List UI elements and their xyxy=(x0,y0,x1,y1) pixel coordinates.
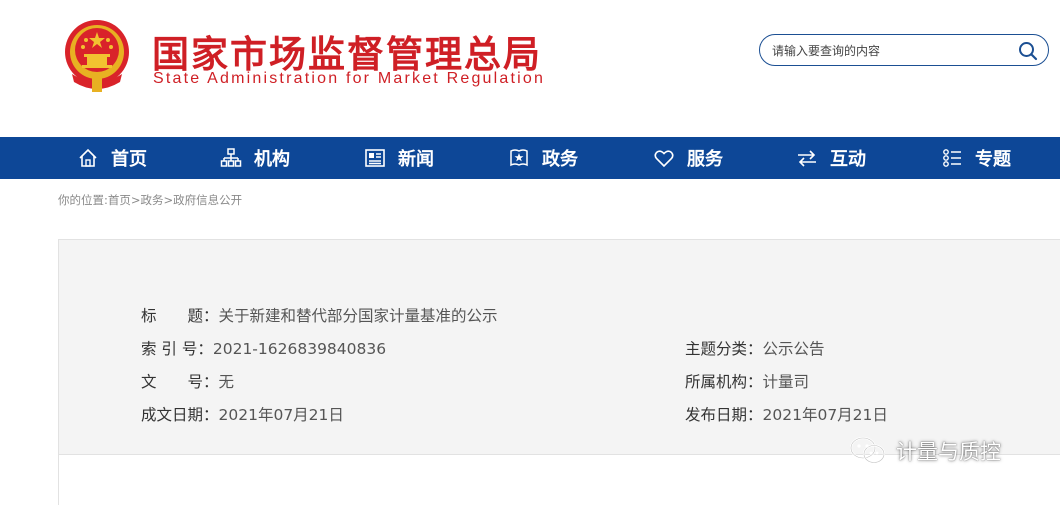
category-field: 主题分类：公示公告 xyxy=(685,337,825,359)
breadcrumb-separator: > xyxy=(163,193,174,207)
nav-item-government[interactable]: 政务 xyxy=(508,137,578,179)
document-number-field: 文 号：无 xyxy=(141,370,234,392)
site-title-english: State Administration for Market Regulati… xyxy=(153,70,546,87)
breadcrumb-info-disclosure-link[interactable]: 政府信息公开 xyxy=(173,193,242,207)
breadcrumb-home-link[interactable]: 首页 xyxy=(108,193,131,207)
nav-item-topics[interactable]: 专题 xyxy=(941,137,1011,179)
nav-item-interaction[interactable]: 互动 xyxy=(796,137,866,179)
title-field: 标 题：关于新建和替代部分国家计量基准的公示 xyxy=(141,304,498,326)
organization-label: 所属机构： xyxy=(685,373,763,391)
title-label: 标 题： xyxy=(141,307,219,325)
breadcrumb: 你的位置:首页>政务>政府信息公开 xyxy=(58,192,242,208)
published-date-field: 发布日期：2021年07月21日 xyxy=(685,403,888,425)
wechat-watermark: 计量与质控 xyxy=(848,435,1001,467)
nav-label: 机构 xyxy=(254,149,290,170)
index-number-field: 索 引 号：2021-1626839840836 xyxy=(141,337,386,359)
nav-label: 专题 xyxy=(975,149,1011,170)
category-label: 主题分类： xyxy=(685,340,763,358)
nav-item-news[interactable]: 新闻 xyxy=(364,137,434,179)
exchange-icon xyxy=(798,150,816,167)
document-number-label: 文 号： xyxy=(141,373,219,391)
organization-field: 所属机构：计量司 xyxy=(685,370,809,392)
search-icon[interactable] xyxy=(1018,41,1038,61)
nav-label: 新闻 xyxy=(398,149,434,170)
nav-item-organization[interactable]: 机构 xyxy=(220,137,290,179)
index-number-label: 索 引 号： xyxy=(141,340,213,358)
document-number-value: 无 xyxy=(218,373,235,391)
breadcrumb-government-link[interactable]: 政务 xyxy=(141,193,164,207)
nav-label: 首页 xyxy=(111,149,147,170)
wechat-icon xyxy=(849,436,886,464)
home-icon xyxy=(79,148,97,167)
index-number-value: 2021-1626839840836 xyxy=(212,340,387,358)
org-chart-icon xyxy=(220,148,242,167)
nav-label: 服务 xyxy=(687,149,723,170)
government-icon xyxy=(510,149,528,167)
heart-icon xyxy=(654,150,674,168)
created-date-label: 成文日期： xyxy=(141,406,219,424)
nav-label: 政务 xyxy=(542,149,578,170)
nav-item-home[interactable]: 首页 xyxy=(77,137,147,179)
breadcrumb-separator: > xyxy=(130,193,141,207)
nav-item-services[interactable]: 服务 xyxy=(653,137,723,179)
document-info-panel: 标 题：关于新建和替代部分国家计量基准的公示 索 引 号：2021-162683… xyxy=(58,239,1060,455)
breadcrumb-prefix: 你的位置: xyxy=(58,193,108,207)
created-date-value: 2021年07月21日 xyxy=(218,406,344,424)
organization-value: 计量司 xyxy=(762,373,810,391)
published-date-label: 发布日期： xyxy=(685,406,763,424)
category-value: 公示公告 xyxy=(762,340,825,358)
published-date-value: 2021年07月21日 xyxy=(762,406,888,424)
search-box xyxy=(759,34,1049,66)
list-icon xyxy=(943,149,961,167)
nav-label: 互动 xyxy=(830,149,866,170)
watermark-text: 计量与质控 xyxy=(896,440,1001,464)
national-emblem-icon[interactable] xyxy=(62,18,132,94)
main-nav: 首页 机构 新闻 政务 服务 互动 专题 xyxy=(0,137,1060,179)
title-value: 关于新建和替代部分国家计量基准的公示 xyxy=(218,307,498,325)
created-date-field: 成文日期：2021年07月21日 xyxy=(141,403,344,425)
newspaper-icon xyxy=(365,149,385,167)
site-header: 国家市场监督管理总局 State Administration for Mark… xyxy=(0,0,1060,137)
search-input[interactable] xyxy=(770,39,1014,63)
